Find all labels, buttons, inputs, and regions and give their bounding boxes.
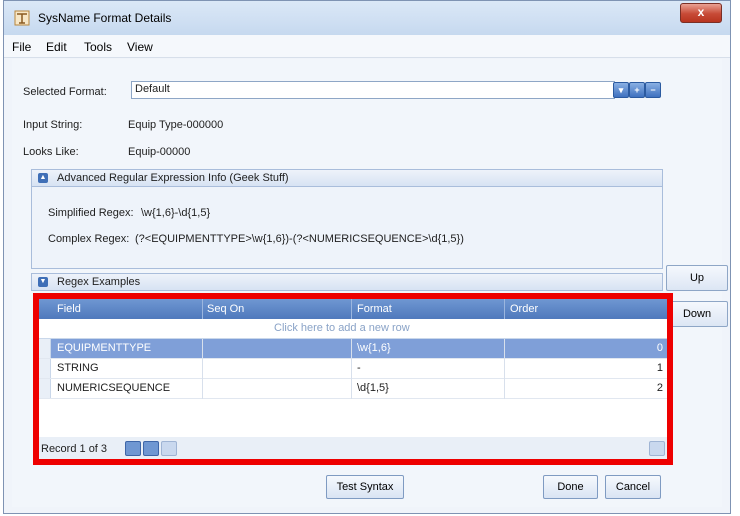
nav-first-icon[interactable] [125,441,141,456]
column-header-format[interactable]: Format [357,303,392,315]
cell-field[interactable]: STRING [57,362,99,374]
selected-format-combo[interactable]: Default [131,81,615,99]
grid-header: Field Seq On Format Order [39,299,667,319]
cell-format[interactable]: \d{1,5} [357,382,389,394]
remove-format-icon[interactable]: − [645,82,661,98]
column-header-order[interactable]: Order [510,303,538,315]
add-format-icon[interactable]: + [629,82,645,98]
done-button[interactable]: Done [543,475,598,499]
record-counter: Record 1 of 3 [41,443,108,455]
nav-prev-icon[interactable] [143,441,159,456]
menu-edit[interactable]: Edit [46,40,67,54]
cancel-button[interactable]: Cancel [605,475,661,499]
simplified-regex-value: \w{1,6}-\d{1,5} [141,207,211,219]
test-syntax-button[interactable]: Test Syntax [326,475,404,499]
dropdown-icon[interactable]: ▾ [613,82,629,98]
selected-format-label: Selected Format: [23,86,107,98]
table-row[interactable]: NUMERICSEQUENCE \d{1,5} 2 [39,379,667,399]
row-indicator [39,379,51,398]
add-new-row-text: Click here to add a new row [274,322,410,334]
input-string-value: Equip Type-000000 [128,119,224,131]
menu-tools[interactable]: Tools [84,40,112,54]
row-indicator [39,339,51,358]
cell-field[interactable]: EQUIPMENTTYPE [57,342,151,354]
main-content: Selected Format: Default ▾ + − Input Str… [12,59,728,507]
table-row[interactable]: EQUIPMENTTYPE \w{1,6} 0 [39,339,667,359]
cell-order[interactable]: 1 [657,362,663,374]
cell-field[interactable]: NUMERICSEQUENCE [57,382,170,394]
close-button[interactable]: x [680,3,722,23]
dialog-window: SysName Format Details x File Edit Tools… [3,0,731,514]
window-title: SysName Format Details [38,11,172,25]
looks-like-value: Equip-00000 [128,146,191,158]
nav-last-icon[interactable] [649,441,665,456]
looks-like-label: Looks Like: [23,146,79,158]
row-indicator [39,359,51,378]
menu-bar: File Edit Tools View [4,35,730,58]
cell-order[interactable]: 2 [657,382,663,394]
advanced-section-body: Simplified Regex: \w{1,6}-\d{1,5} Comple… [31,187,663,269]
menu-view[interactable]: View [127,40,153,54]
add-new-row[interactable]: Click here to add a new row [39,319,667,339]
title-bar[interactable]: SysName Format Details x [4,1,730,35]
advanced-section-header[interactable]: ▲ Advanced Regular Expression Info (Geek… [31,169,663,187]
nav-next-icon[interactable] [161,441,177,456]
complex-regex-value: (?<EQUIPMENTTYPE>\w{1,6})-(?<NUMERICSEQU… [135,233,464,245]
complex-regex-label: Complex Regex: [48,233,130,245]
examples-section-title: Regex Examples [57,276,141,288]
cell-format[interactable]: - [357,362,361,374]
collapse-icon[interactable]: ▼ [38,277,48,287]
examples-section-header[interactable]: ▼ Regex Examples [31,273,663,291]
column-header-seq-on[interactable]: Seq On [207,303,244,315]
column-header-field[interactable]: Field [57,303,81,315]
app-icon [14,10,30,26]
table-row[interactable]: STRING - 1 [39,359,667,379]
input-string-label: Input String: [23,119,83,131]
cell-format[interactable]: \w{1,6} [357,342,391,354]
collapse-icon[interactable]: ▲ [38,173,48,183]
up-button[interactable]: Up [666,265,728,291]
advanced-section-title: Advanced Regular Expression Info (Geek S… [57,172,289,184]
menu-file[interactable]: File [12,40,31,54]
cell-order[interactable]: 0 [657,342,663,354]
simplified-regex-label: Simplified Regex: [48,207,134,219]
selected-format-value: Default [135,83,170,95]
examples-grid: Field Seq On Format Order Click here to … [33,293,673,465]
record-navigator: Record 1 of 3 [39,437,667,459]
down-button[interactable]: Down [666,301,728,327]
